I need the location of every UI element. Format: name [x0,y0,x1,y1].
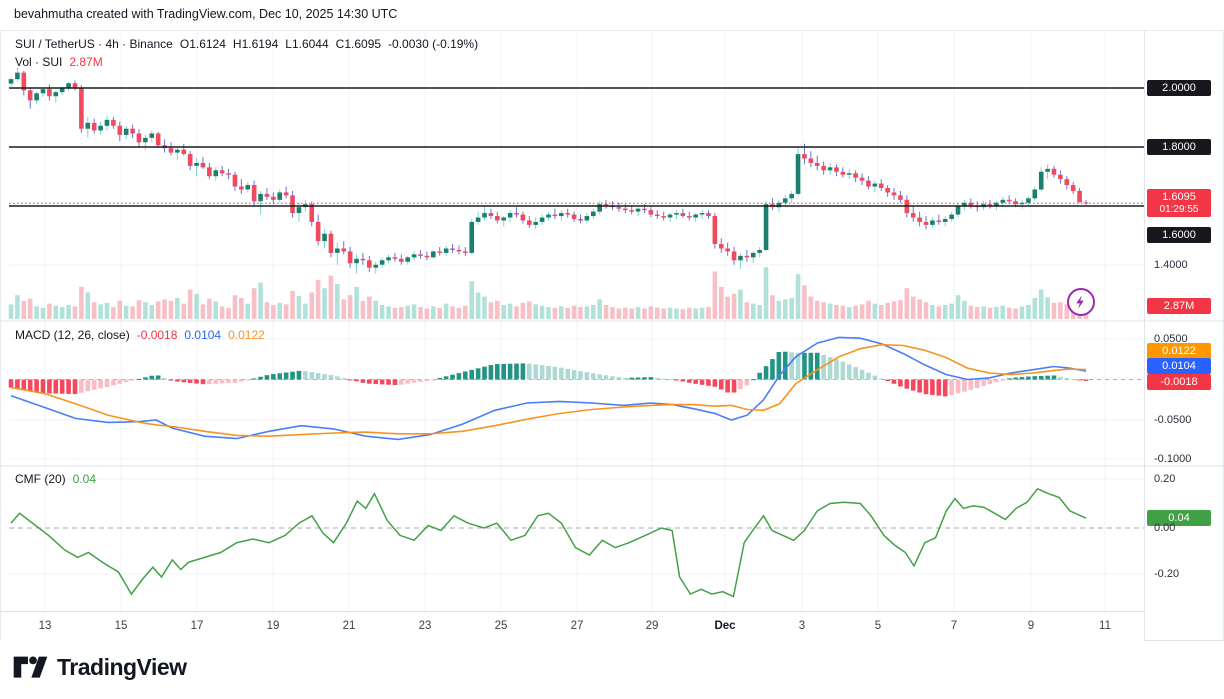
axis-price-badge: -0.0018 [1147,374,1211,390]
ohlc-high: H1.6194 [233,37,278,51]
chart-frame: SUI / TetherUS · 4h · Binance O1.6124 H1… [0,30,1224,640]
macd-signal-value: 0.0122 [228,328,265,342]
time-axis-label: 21 [343,612,356,641]
axis-price-badge: 1.609501:29:55 [1147,189,1211,217]
price-axis[interactable]: 2.0000 1.8000 1.609501:29:55 1.6000 1.4000 2.… [1144,31,1224,641]
lightning-icon [1073,294,1089,310]
axis-price-badge: 1.8000 [1147,139,1211,155]
axis-price-badge: 0.0104 [1147,358,1211,374]
symbol-legend: SUI / TetherUS · 4h · Binance O1.6124 H1… [15,37,478,51]
macd-label[interactable]: MACD (12, 26, close) [15,328,130,342]
time-axis[interactable]: 13 15 17 19 21 23 25 27 29 Dec 3 5 7 9 11 [1,611,1144,641]
cmf-value: 0.04 [73,472,96,486]
volume-label[interactable]: Vol · SUI [15,55,62,69]
ohlc-close: C1.6095 [336,37,381,51]
time-axis-label: 25 [495,612,508,641]
time-axis-label: 7 [951,612,957,641]
ohlc-open: O1.6124 [180,37,226,51]
tradingview-logo-text: TradingView [57,654,187,681]
price-change: -0.0030 (-0.19%) [388,37,478,51]
axis-tick-label: 0.00 [1154,522,1175,534]
footer-branding[interactable]: TradingView [12,652,187,683]
ohlc-low: L1.6044 [285,37,328,51]
axis-tick-label: -0.0500 [1154,414,1191,426]
time-axis-label: 11 [1099,612,1111,641]
time-axis-label: 9 [1028,612,1034,641]
countdown-timer: 01:29:55 [1147,204,1211,215]
volume-value: 2.87M [69,55,102,69]
volume-legend: Vol · SUI 2.87M [15,55,103,69]
symbol-title[interactable]: SUI / TetherUS · 4h · Binance [15,37,173,51]
time-axis-label: 5 [875,612,881,641]
time-axis-label: 29 [646,612,659,641]
macd-legend: MACD (12, 26, close) -0.0018 0.0104 0.01… [15,328,265,342]
lightning-button[interactable] [1067,288,1095,316]
time-axis-label: 19 [267,612,280,641]
axis-tick-label: 1.4000 [1154,259,1188,271]
axis-tick-label: -0.1000 [1154,453,1191,465]
time-axis-label: 15 [115,612,128,641]
time-axis-label: Dec [714,612,735,641]
time-axis-label: 23 [419,612,432,641]
axis-tick-label: 0.20 [1154,473,1175,485]
cmf-legend: CMF (20) 0.04 [15,472,96,486]
tradingview-logo-icon [12,652,49,683]
axis-price-badge: 0.0122 [1147,343,1211,359]
cmf-label[interactable]: CMF (20) [15,472,66,486]
attribution-text: bevahmutha created with TradingView.com,… [14,7,397,21]
macd-line-value: 0.0104 [184,328,221,342]
time-axis-label: 27 [571,612,584,641]
axis-price-badge: 2.0000 [1147,80,1211,96]
axis-price-badge: 1.6000 [1147,227,1211,243]
macd-hist-value: -0.0018 [137,328,178,342]
time-axis-label: 13 [39,612,52,641]
axis-tick-label: -0.20 [1154,568,1179,580]
axis-price-badge: 2.87M [1147,298,1211,314]
time-axis-label: 17 [191,612,204,641]
time-axis-label: 3 [799,612,805,641]
